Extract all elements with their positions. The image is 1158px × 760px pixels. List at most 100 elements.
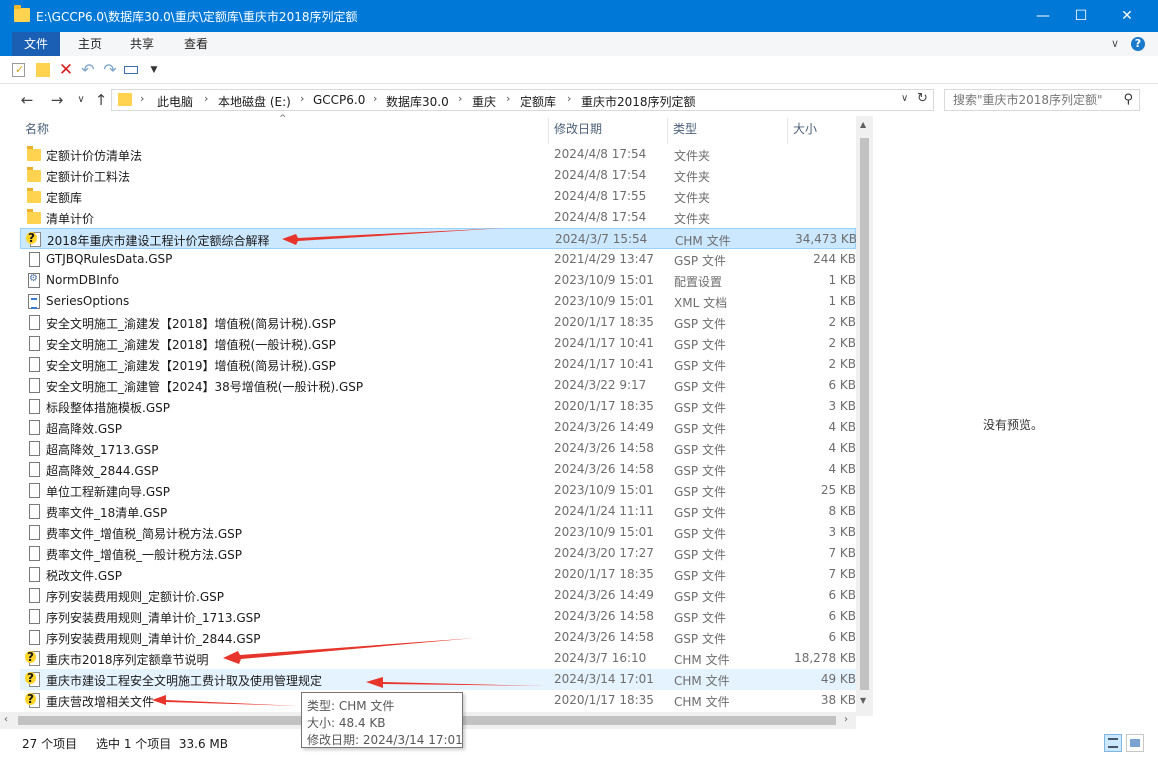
quick-access-toolbar: ✓ ✕ ↶ ↷ ▼	[0, 56, 1158, 84]
file-row[interactable]: 超高降效.GSP 2024/3/26 14:49 GSP 文件 4 KB	[20, 417, 856, 438]
forward-button[interactable]: →	[46, 90, 68, 110]
file-row[interactable]: 费率文件_增值税_简易计税方法.GSP 2023/10/9 15:01 GSP 文件…	[20, 522, 856, 543]
back-button[interactable]: ←	[16, 90, 38, 110]
file-type: CHM 文件	[675, 234, 731, 248]
file-size: 34,473 KB	[795, 232, 857, 246]
tab-view[interactable]: 查看	[172, 32, 220, 56]
file-row[interactable]: 定额计价仿清单法 2024/4/8 17:54 文件夹	[20, 144, 856, 165]
undo-icon[interactable]: ↶	[80, 62, 96, 78]
scroll-left-icon[interactable]: ‹	[4, 714, 8, 725]
file-row[interactable]: 2018年重庆市建设工程计价定额综合解释 2024/3/7 15:54 CHM 文件…	[20, 228, 857, 249]
search-input[interactable]	[945, 90, 1115, 110]
delete-icon[interactable]: ✕	[58, 62, 74, 79]
breadcrumb-this-pc[interactable]: 此电脑	[157, 93, 193, 110]
breadcrumb-database[interactable]: 数据库30.0	[386, 93, 449, 110]
file-row[interactable]: 重庆市2018序列定额章节说明 2024/3/7 16:10 CHM 文件 18,27…	[20, 648, 856, 669]
file-row[interactable]: 标段整体措施模板.GSP 2020/1/17 18:35 GSP 文件 3 KB	[20, 396, 856, 417]
file-name: 费率文件_增值税_一般计税方法.GSP	[46, 548, 242, 562]
redo-icon[interactable]: ↷	[102, 62, 118, 78]
breadcrumb-gccp[interactable]: GCCP6.0	[313, 93, 365, 107]
file-row[interactable]: 重庆市建设工程安全文明施工费计取及使用管理规定 2024/3/14 17:01 CH…	[20, 669, 856, 690]
selection-info: 选中 1 个项目 33.6 MB	[96, 737, 229, 751]
breadcrumb-quota-lib[interactable]: 定额库	[520, 93, 556, 110]
column-header-type[interactable]: 类型	[673, 120, 697, 137]
column-resize-handle[interactable]	[787, 118, 788, 144]
file-date: 2023/10/9 15:01	[554, 273, 654, 287]
column-header-name[interactable]: 名称	[25, 120, 49, 137]
folder-icon	[27, 209, 41, 224]
breadcrumb-chongqing[interactable]: 重庆	[472, 93, 496, 110]
file-icon	[29, 630, 40, 645]
column-resize-handle[interactable]	[667, 118, 668, 144]
file-row[interactable]: 清单计价 2024/4/8 17:54 文件夹	[20, 207, 856, 228]
customize-dropdown-icon[interactable]: ▼	[146, 62, 162, 78]
column-header-date[interactable]: 修改日期	[554, 120, 602, 137]
file-type: GSP 文件	[674, 359, 726, 373]
properties-icon[interactable]: ✓	[12, 63, 25, 77]
folder-icon	[118, 93, 132, 106]
file-row[interactable]: SeriesOptions 2023/10/9 15:01 XML 文档 1 KB	[20, 291, 856, 312]
file-size: 2 KB	[828, 315, 856, 329]
file-name: 费率文件_18清单.GSP	[46, 506, 168, 520]
file-list: ^ 名称 修改日期 类型 大小 定额计价仿清单法 2024/4/8 17:54 文件…	[0, 114, 873, 732]
scroll-right-icon[interactable]: ›	[844, 714, 848, 725]
file-row[interactable]: 单位工程新建向导.GSP 2023/10/9 15:01 GSP 文件 25 KB	[20, 480, 856, 501]
search-icon[interactable]: ⚲	[1123, 92, 1133, 107]
file-type: GSP 文件	[674, 443, 726, 457]
column-resize-handle[interactable]	[548, 118, 549, 144]
file-row[interactable]: 安全文明施工_渝建发【2019】增值税(简易计税).GSP 2024/1/17 1…	[20, 354, 856, 375]
file-type: 文件夹	[674, 170, 711, 184]
file-row[interactable]: 费率文件_增值税_一般计税方法.GSP 2024/3/20 17:27 GSP 文件…	[20, 543, 856, 564]
file-row[interactable]: 超高降效_1713.GSP 2024/3/26 14:58 GSP 文件 4 KB	[20, 438, 856, 459]
file-icon	[29, 588, 40, 603]
file-row[interactable]: 序列安装费用规则_清单计价_1713.GSP 2024/3/26 14:58 GSP…	[20, 606, 856, 627]
file-icon	[29, 378, 40, 393]
file-row[interactable]: 安全文明施工_渝建发【2018】增值税(一般计税).GSP 2024/1/17 1…	[20, 333, 856, 354]
column-header-size[interactable]: 大小	[793, 120, 817, 137]
file-row[interactable]: 超高降效_2844.GSP 2024/3/26 14:58 GSP 文件 4 KB	[20, 459, 856, 480]
file-size: 3 KB	[828, 399, 856, 413]
file-row[interactable]: 序列安装费用规则_定额计价.GSP 2024/3/26 14:49 GSP 文件 6 …	[20, 585, 856, 606]
address-dropdown-icon[interactable]: ∨	[901, 93, 908, 104]
file-row[interactable]: 序列安装费用规则_清单计价_2844.GSP 2024/3/26 14:58 GSP…	[20, 627, 856, 648]
file-name: 重庆市2018序列定额章节说明	[46, 653, 209, 667]
search-box[interactable]: ⚲	[944, 89, 1140, 111]
file-row[interactable]: NormDBInfo 2023/10/9 15:01 配置设置 1 KB	[20, 270, 856, 291]
large-icons-view-button[interactable]	[1126, 734, 1144, 752]
maximize-button[interactable]: ☐	[1058, 0, 1104, 32]
file-row[interactable]: 税改文件.GSP 2020/1/17 18:35 GSP 文件 7 KB	[20, 564, 856, 585]
collapse-ribbon-icon[interactable]: ∨	[1111, 32, 1119, 56]
file-date: 2024/4/8 17:54	[554, 210, 647, 224]
file-row[interactable]: 费率文件_18清单.GSP 2024/1/24 11:11 GSP 文件 8 KB	[20, 501, 856, 522]
file-date: 2024/3/26 14:49	[554, 588, 654, 602]
file-type: GSP 文件	[674, 254, 726, 268]
file-row[interactable]: 定额计价工料法 2024/4/8 17:54 文件夹	[20, 165, 856, 186]
help-icon[interactable]: ?	[1131, 37, 1145, 51]
vertical-scrollbar[interactable]: ▲ ▼	[856, 116, 873, 716]
file-row[interactable]: 定额库 2024/4/8 17:55 文件夹	[20, 186, 856, 207]
file-date: 2024/3/22 9:17	[554, 378, 647, 392]
file-type: 文件夹	[674, 191, 711, 205]
scroll-up-icon[interactable]: ▲	[860, 120, 866, 129]
tab-share[interactable]: 共享	[118, 32, 166, 56]
file-row[interactable]: 安全文明施工_渝建发【2018】增值税(简易计税).GSP 2020/1/17 1…	[20, 312, 856, 333]
details-view-button[interactable]	[1104, 734, 1122, 752]
tab-home[interactable]: 主页	[66, 32, 114, 56]
scroll-down-icon[interactable]: ▼	[860, 696, 866, 705]
tab-file[interactable]: 文件	[12, 32, 60, 56]
up-button[interactable]: ↑	[90, 90, 112, 110]
rename-icon[interactable]	[124, 66, 138, 74]
file-name: 重庆营改增相关文件	[46, 695, 155, 709]
close-button[interactable]: ✕	[1104, 0, 1150, 32]
file-row[interactable]: GTJBQRulesData.GSP 2021/4/29 13:47 GSP 文件 2…	[20, 249, 856, 270]
new-folder-icon[interactable]	[36, 63, 50, 77]
breadcrumb-local-disk[interactable]: 本地磁盘 (E:)	[218, 93, 291, 110]
recent-locations-button[interactable]: ∨	[70, 90, 92, 110]
file-type: GSP 文件	[674, 590, 726, 604]
file-date: 2021/4/29 13:47	[554, 252, 654, 266]
breadcrumb-current-folder[interactable]: 重庆市2018序列定额	[581, 93, 696, 110]
refresh-icon[interactable]: ↻	[917, 91, 928, 106]
vertical-scroll-thumb[interactable]	[860, 138, 869, 690]
address-bar[interactable]: › 此电脑 › 本地磁盘 (E:) › GCCP6.0 › 数据库30.0 › …	[111, 89, 934, 111]
file-row[interactable]: 安全文明施工_渝建管【2024】38号增值税(一般计税).GSP 2024/3/2…	[20, 375, 856, 396]
